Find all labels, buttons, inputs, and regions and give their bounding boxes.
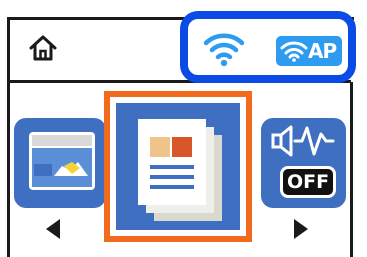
copy-tile-selected[interactable] — [104, 91, 252, 242]
wifi-icon[interactable] — [202, 30, 246, 68]
ap-mode-badge[interactable]: AP — [276, 36, 342, 66]
frame-left-line — [7, 17, 10, 257]
quiet-mode-icon — [271, 125, 335, 157]
arrow-left-icon[interactable] — [46, 219, 60, 239]
frame-right-line — [350, 82, 353, 257]
printer-panel-screen: AP OFF — [0, 0, 367, 257]
ap-badge-label: AP — [308, 39, 337, 63]
scan-tile[interactable] — [14, 118, 106, 208]
copy-document-icon — [138, 119, 222, 221]
ap-wifi-icon — [280, 41, 308, 62]
quiet-mode-tile[interactable]: OFF — [261, 118, 346, 208]
scan-to-computer-icon — [29, 132, 95, 190]
arrow-right-icon[interactable] — [294, 219, 308, 239]
quiet-mode-off-badge: OFF — [280, 166, 336, 198]
copy-tile[interactable] — [116, 103, 240, 230]
home-icon[interactable] — [28, 34, 58, 62]
